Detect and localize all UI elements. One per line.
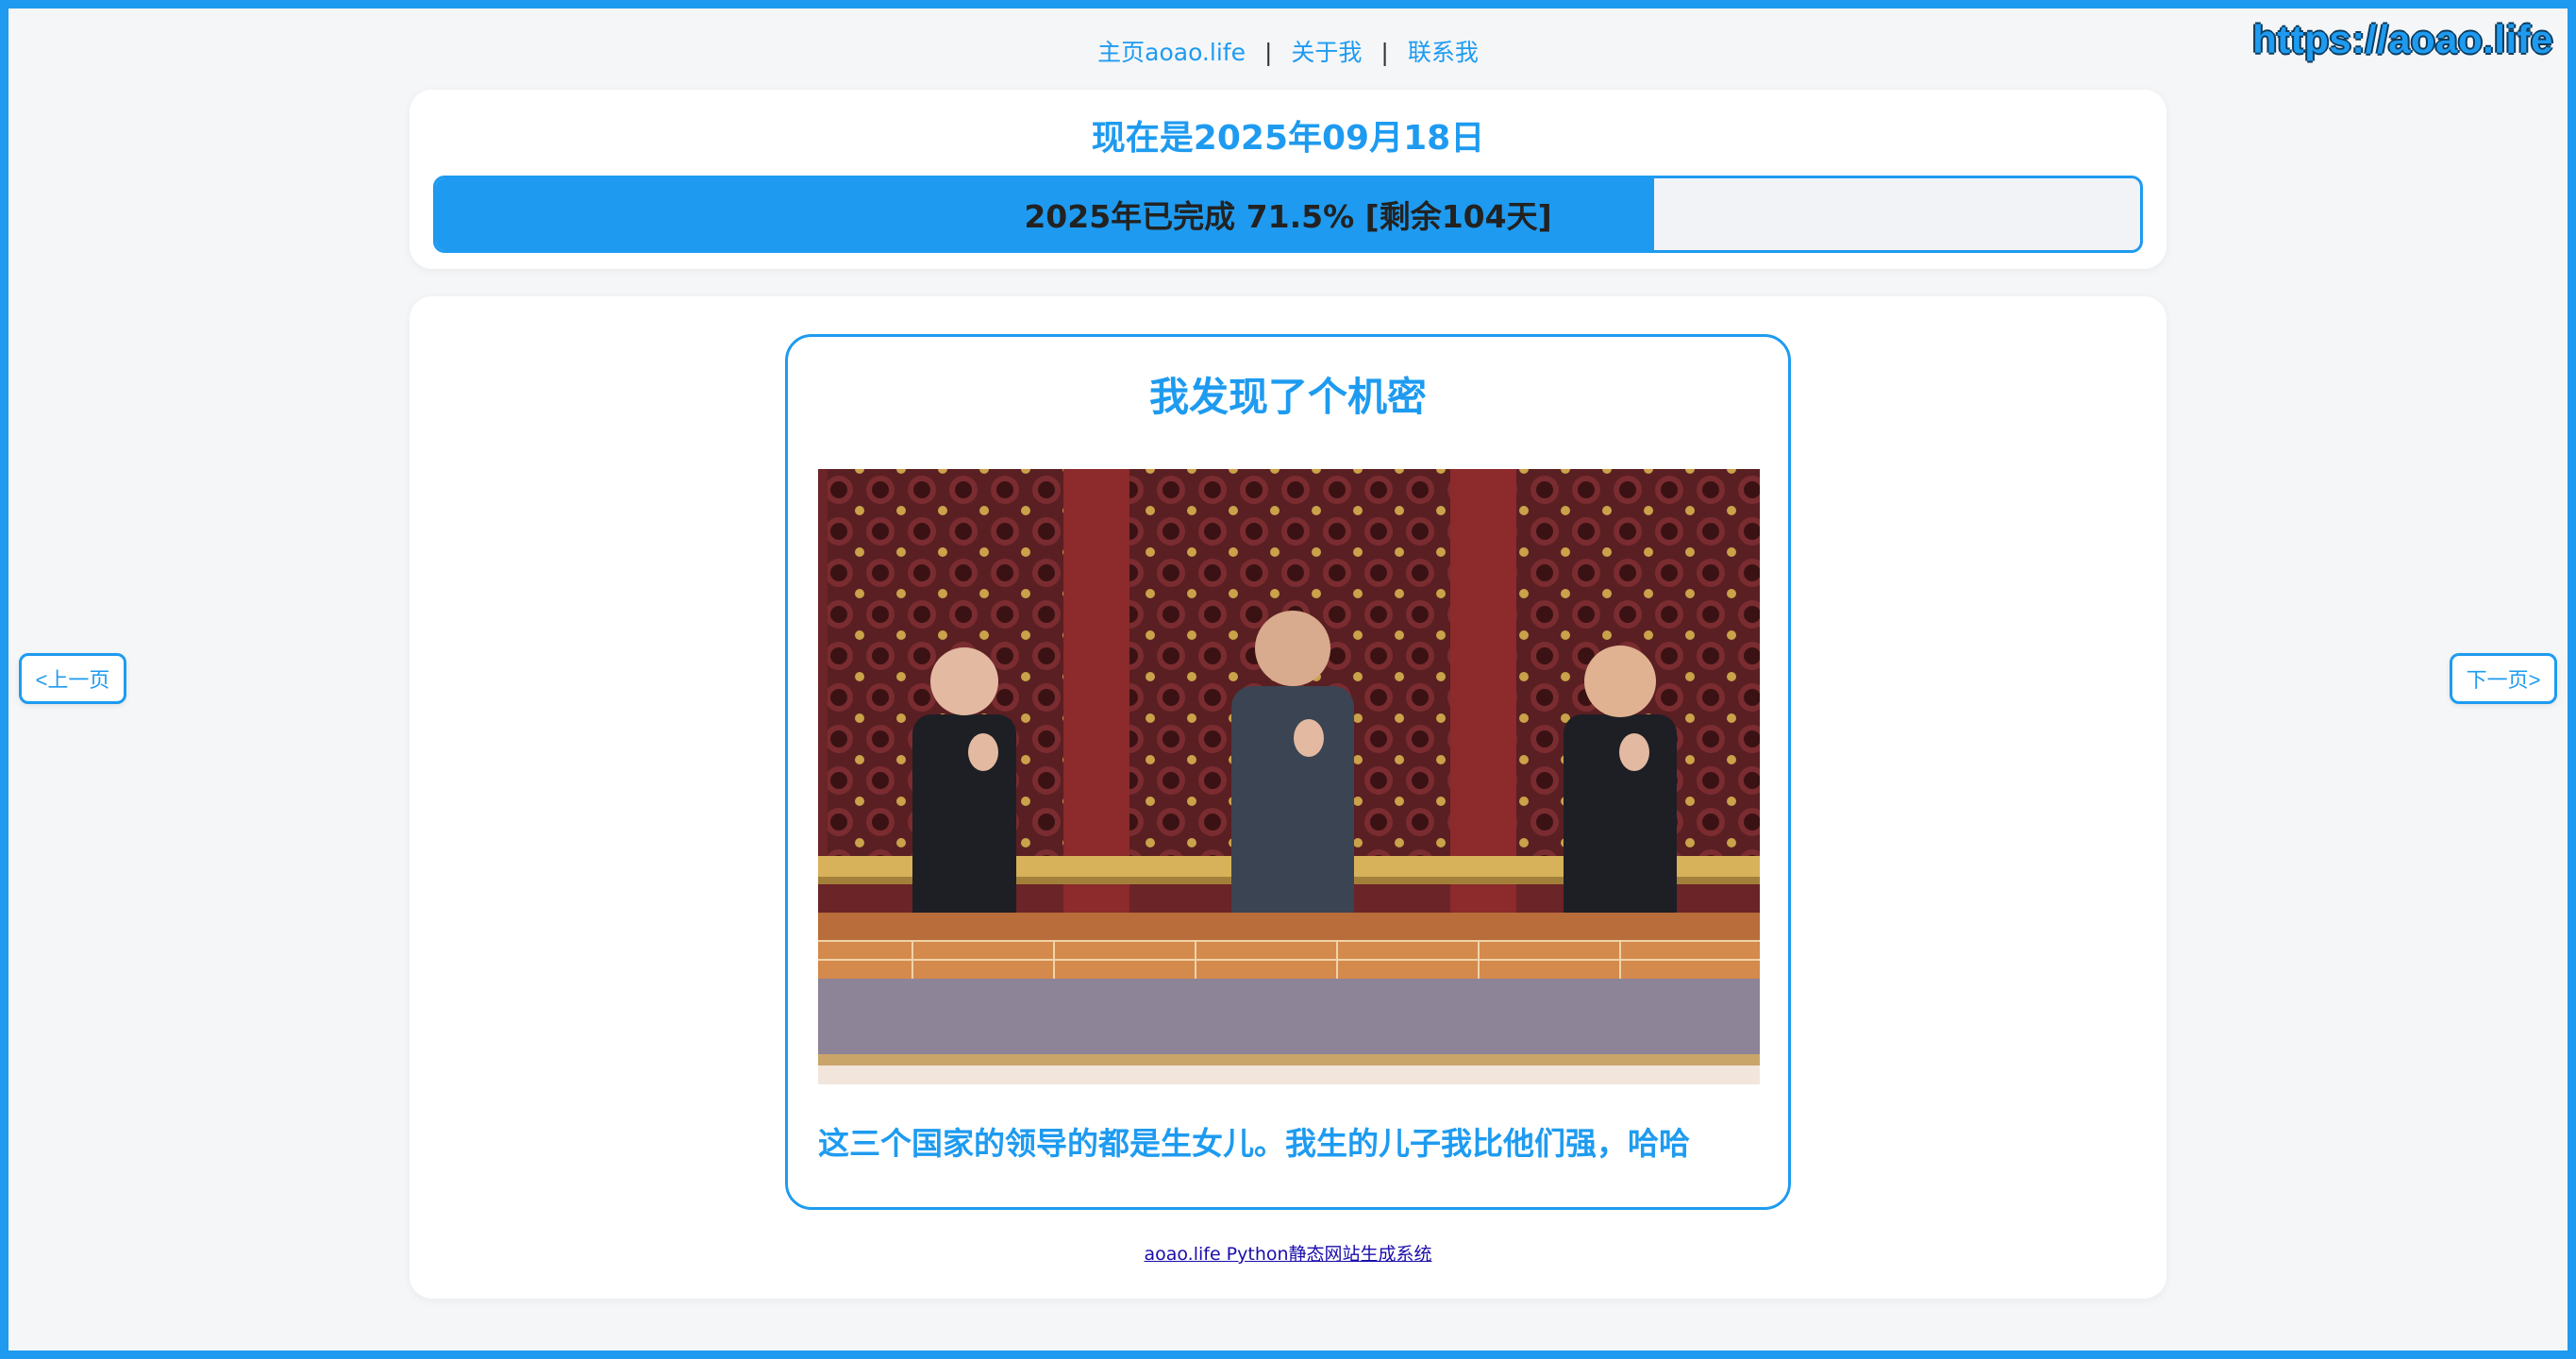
nav-home-link[interactable]: 主页aoao.life (1097, 39, 1246, 66)
next-page-button[interactable]: 下一页> (2450, 653, 2557, 704)
generator-link[interactable]: aoao.life Python静态网站生成系统 (1144, 1244, 1431, 1265)
date-title: 现在是2025年09月18日 (1091, 119, 1485, 158)
year-progress-bar: 2025年已完成 71.5% [剩余104天] (433, 176, 2143, 253)
post-card: 我发现了个机密 这三个国家的领导的都是生女儿。我生的儿子我比他们强，哈哈 (785, 334, 1791, 1210)
top-nav: 主页aoao.life | 关于我 | 联系我 (0, 34, 2576, 68)
prev-page-button[interactable]: <上一页 (19, 653, 126, 704)
main-card: 我发现了个机密 这三个国家的领导的都是生女儿。我生的儿子我比他们强，哈哈 aoa… (410, 296, 2166, 1299)
nav-separator: | (1380, 39, 1389, 66)
date-card: 现在是2025年09月18日 2025年已完成 71.5% [剩余104天] (410, 90, 2166, 269)
nav-contact-link[interactable]: 联系我 (1408, 39, 1479, 66)
nav-about-link[interactable]: 关于我 (1291, 39, 1362, 66)
post-title: 我发现了个机密 (1148, 374, 1427, 420)
year-progress-text: 2025年已完成 71.5% [剩余104天] (1024, 198, 1552, 235)
footer: aoao.life Python静态网站生成系统 (410, 1240, 2166, 1266)
post-caption: 这三个国家的领导的都是生女儿。我生的儿子我比他们强，哈哈 (818, 1125, 1690, 1162)
post-photo (818, 469, 1760, 1084)
nav-separator: | (1263, 39, 1273, 66)
photo-image (818, 469, 1760, 1084)
